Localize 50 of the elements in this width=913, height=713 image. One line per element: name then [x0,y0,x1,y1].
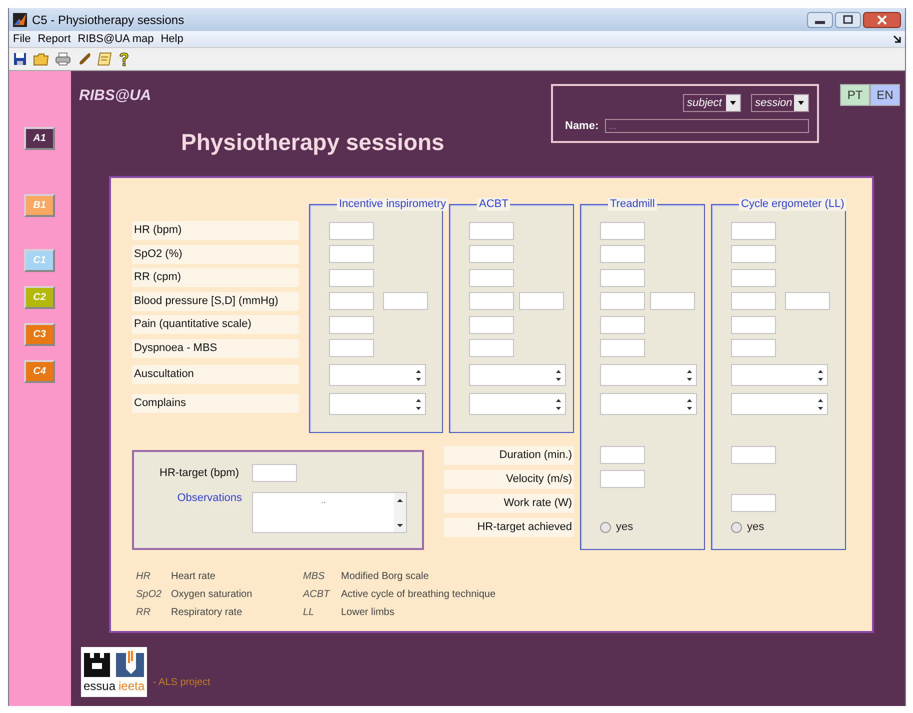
language-button[interactable]: PT [840,84,870,106]
measure-label: Auscultation [132,365,299,384]
observations-label: Observations [176,492,242,504]
group-title: Cycle ergometer (LL) [739,198,846,211]
abbreviation-meaning: Oxygen saturation [171,588,254,602]
name-label: Name: [565,120,599,132]
measure-label: Velocity (m/s) [444,470,574,488]
abbreviation: ACBT [303,588,332,602]
language-button[interactable]: EN [870,84,900,106]
abbreviation-meaning: Active cycle of breathing technique [341,588,497,602]
group-title: ACBT [477,198,510,211]
menu-item[interactable]: Help [160,33,184,45]
abbreviation-meaning: Lower limbs [341,606,396,620]
menu-item[interactable]: File [13,33,31,45]
abbreviation-meaning: Modified Borg scale [341,570,430,584]
measure-label: Dyspnoea - MBS [132,338,299,358]
dropdown[interactable]: subject [683,94,741,112]
abbreviation: RR [136,606,152,620]
group-title: Treadmill [608,198,657,211]
group-title: Incentive inspirometry [337,198,448,211]
logo-text: ieeta [118,679,145,693]
measure-label: HR-target achieved [444,518,574,536]
measure-label: Pain (quantitative scale) [132,315,299,334]
measure-label: Blood pressure [S,D] (mmHg) [132,292,299,311]
measure-label: SpO2 (%) [132,244,299,264]
measure-label: HR (bpm) [132,221,299,240]
radio-label: yes [616,521,634,533]
radio-label: yes [747,521,764,533]
logo-text: essua [83,679,116,693]
project-caption: - ALS project [153,677,210,688]
observations-field[interactable]: .. [252,492,407,533]
target-label: HR-target (bpm) [158,467,239,479]
abbreviation: SpO2 [136,588,163,602]
measure-label: RR (cpm) [132,268,299,288]
measure-label: Complains [132,394,299,413]
dropdown[interactable]: session [751,94,809,112]
measure-label: Work rate (W) [444,494,574,512]
brand-name: RIBS@UA [79,87,152,104]
name-field[interactable]: ... [604,119,809,133]
section-button[interactable]: A1 [24,127,55,150]
menu-item[interactable]: Report [38,33,71,45]
window-title: C5 - Physiotherapy sessions [32,12,184,26]
measure-label: Duration (min.) [444,446,574,464]
page-heading: Physiotherapy sessions [181,129,444,156]
abbreviation-meaning: Respiratory rate [171,606,244,620]
abbreviation: LL [303,606,316,620]
menu-item[interactable]: RIBS@UA map [78,33,154,45]
abbreviation-meaning: Heart rate [171,570,216,584]
abbreviation: MBS [303,570,326,584]
abbreviation: HR [136,570,152,584]
